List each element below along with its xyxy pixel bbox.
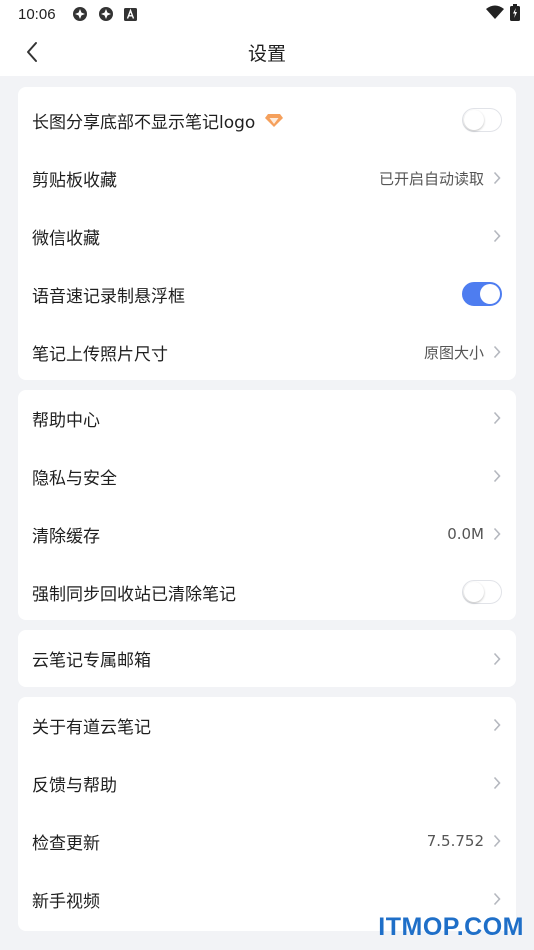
row-label: 云笔记专属邮箱 bbox=[32, 651, 151, 671]
row-help-center[interactable]: 帮助中心 bbox=[18, 389, 516, 447]
row-clear-cache[interactable]: 清除缓存 0.0M bbox=[18, 505, 516, 563]
page-header: 设置 bbox=[0, 28, 534, 76]
row-wechat-collect[interactable]: 微信收藏 bbox=[18, 207, 516, 265]
row-photo-upload-size[interactable]: 笔记上传照片尺寸 原图大小 bbox=[18, 323, 516, 381]
row-label: 笔记上传照片尺寸 bbox=[32, 344, 168, 365]
settings-group-email: 云笔记专属邮箱 bbox=[18, 630, 516, 687]
row-label: 长图分享底部不显示笔记logo bbox=[32, 112, 256, 133]
row-force-sync-recycle[interactable]: 强制同步回收站已清除笔记 bbox=[18, 563, 516, 621]
row-label: 新手视频 bbox=[32, 891, 100, 912]
row-label: 反馈与帮助 bbox=[32, 775, 117, 796]
chevron-right-icon bbox=[492, 526, 502, 542]
row-label: 微信收藏 bbox=[32, 228, 100, 249]
app-notification-icon bbox=[98, 6, 114, 22]
status-bar: 10:06 bbox=[0, 0, 534, 28]
chevron-right-icon bbox=[492, 891, 502, 907]
chevron-right-icon bbox=[492, 410, 502, 426]
row-voice-float-window[interactable]: 语音速记录制悬浮框 bbox=[18, 265, 516, 323]
row-label: 强制同步回收站已清除笔记 bbox=[32, 584, 236, 605]
row-label: 关于有道云笔记 bbox=[32, 717, 151, 738]
toggle-switch[interactable] bbox=[462, 108, 502, 132]
toggle-switch[interactable] bbox=[462, 282, 502, 306]
row-value: 0.0M bbox=[447, 525, 484, 543]
row-label: 隐私与安全 bbox=[32, 468, 117, 489]
settings-group-general: 长图分享底部不显示笔记logo 剪贴板收藏 已开启自动读取 微信收藏 语音速记录… bbox=[18, 87, 516, 380]
row-clipboard-collect[interactable]: 剪贴板收藏 已开启自动读取 bbox=[18, 149, 516, 207]
status-time: 10:06 bbox=[18, 5, 56, 23]
row-label: 清除缓存 bbox=[32, 526, 100, 547]
row-long-image-share-logo[interactable]: 长图分享底部不显示笔记logo bbox=[18, 91, 516, 149]
chevron-right-icon bbox=[492, 717, 502, 733]
chevron-right-icon bbox=[492, 170, 502, 186]
row-about-youdao[interactable]: 关于有道云笔记 bbox=[18, 696, 516, 754]
toggle-knob bbox=[464, 582, 484, 602]
row-value: 7.5.752 bbox=[426, 832, 484, 850]
chevron-right-icon bbox=[492, 228, 502, 244]
wifi-icon bbox=[486, 5, 504, 23]
row-label: 检查更新 bbox=[32, 833, 100, 854]
row-label: 剪贴板收藏 bbox=[32, 170, 117, 191]
row-check-update[interactable]: 检查更新 7.5.752 bbox=[18, 812, 516, 870]
settings-group-support: 帮助中心 隐私与安全 清除缓存 0.0M 强制同步回收站已清除笔记 bbox=[18, 390, 516, 620]
chevron-right-icon bbox=[492, 468, 502, 484]
row-value: 原图大小 bbox=[423, 343, 484, 362]
chevron-right-icon bbox=[492, 833, 502, 849]
chevron-right-icon bbox=[492, 651, 502, 667]
premium-diamond-icon bbox=[265, 113, 284, 127]
row-value: 已开启自动读取 bbox=[378, 169, 484, 188]
page-title: 设置 bbox=[247, 42, 286, 65]
row-feedback-help[interactable]: 反馈与帮助 bbox=[18, 754, 516, 812]
battery-icon bbox=[510, 3, 520, 25]
row-privacy-security[interactable]: 隐私与安全 bbox=[18, 447, 516, 505]
toggle-knob bbox=[480, 284, 500, 304]
toggle-knob bbox=[464, 110, 484, 130]
chevron-right-icon bbox=[492, 775, 502, 791]
back-arrow-icon[interactable] bbox=[20, 40, 44, 64]
app-notification-icon bbox=[72, 6, 88, 22]
row-label: 帮助中心 bbox=[32, 410, 100, 431]
toggle-switch[interactable] bbox=[462, 580, 502, 604]
settings-group-about: 关于有道云笔记 反馈与帮助 检查更新 7.5.752 新手视频 bbox=[18, 697, 516, 931]
text-notification-icon bbox=[123, 7, 137, 21]
row-label: 语音速记录制悬浮框 bbox=[32, 286, 185, 307]
watermark: ITMOP.COM bbox=[378, 913, 524, 941]
chevron-right-icon bbox=[492, 344, 502, 360]
row-dedicated-email[interactable]: 云笔记专属邮箱 bbox=[18, 630, 516, 687]
